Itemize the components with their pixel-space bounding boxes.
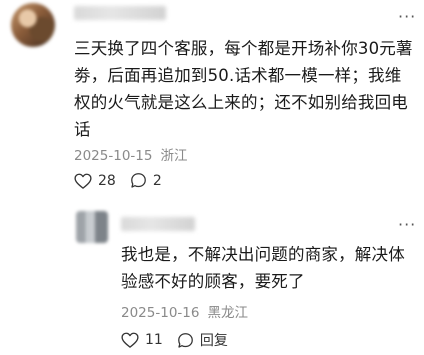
like-button[interactable]: 28 bbox=[74, 173, 116, 189]
heart-outline-icon bbox=[74, 173, 92, 189]
comment-date: 2025-10-16 bbox=[121, 305, 200, 321]
speech-bubble-icon bbox=[130, 172, 147, 189]
comment-text: 我也是，不解决出问题的商家，解决体验感不好的顾客，要死了 bbox=[121, 245, 405, 291]
comment-actions: 28 2 bbox=[74, 172, 162, 189]
comment-location: 黑龙江 bbox=[207, 305, 248, 321]
like-button[interactable]: 11 bbox=[121, 332, 163, 348]
comment-text: 三天换了四个客服，每个都是开场补你30元薯劵，后面再追加到50.话术都一模一样；… bbox=[74, 39, 413, 139]
comment-date: 2025-10-15 bbox=[74, 148, 153, 164]
username-blurred[interactable] bbox=[121, 217, 195, 231]
speech-bubble-icon bbox=[177, 332, 194, 349]
user-avatar[interactable] bbox=[76, 211, 108, 243]
reply-button[interactable]: 回复 bbox=[177, 330, 228, 350]
heart-outline-icon bbox=[121, 332, 139, 348]
user-avatar[interactable] bbox=[11, 3, 55, 47]
like-count: 11 bbox=[145, 332, 163, 348]
username-blurred[interactable] bbox=[74, 6, 166, 20]
like-count: 28 bbox=[98, 172, 116, 189]
comment-meta: 2025-10-15 浙江 bbox=[74, 144, 187, 164]
comment-meta: 2025-10-16 黑龙江 bbox=[121, 301, 248, 321]
more-options-icon[interactable]: ··· bbox=[398, 217, 416, 233]
more-options-icon[interactable]: ··· bbox=[398, 9, 416, 25]
reply-count: 2 bbox=[152, 172, 162, 189]
comment-actions: 11 回复 bbox=[121, 330, 228, 350]
reply-button[interactable]: 2 bbox=[130, 172, 162, 189]
reply-label: 回复 bbox=[199, 333, 228, 349]
comment-location: 浙江 bbox=[160, 148, 188, 164]
